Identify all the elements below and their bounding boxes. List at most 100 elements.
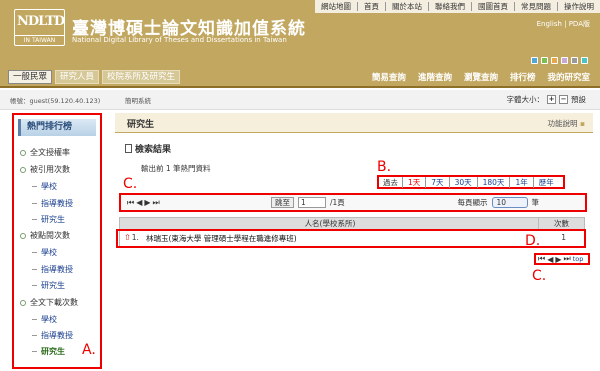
sidebar-item-views-student[interactable]: 研究生 bbox=[32, 280, 65, 291]
back-to-top-link[interactable]: top bbox=[573, 255, 584, 263]
theme-swatch-orange[interactable] bbox=[551, 57, 558, 64]
sidebar-item-label: 被點閱次數 bbox=[30, 231, 70, 240]
site-header: NDLTD IN TAIWAN 臺灣博碩士論文知識加值系統 National D… bbox=[0, 0, 600, 66]
last-page-icon[interactable]: ⏭ bbox=[564, 254, 571, 264]
sidebar-item-label: 學校 bbox=[41, 248, 57, 257]
ranking-sidebar: 熱門排行榜 全文授權率 被引用次數 學校 指導教授 研究生 被點閱次數 學校 指… bbox=[12, 113, 102, 369]
dash-icon bbox=[32, 186, 37, 187]
info-bar: 帳號：guest(59.120.40.123) 簡明系統 字體大小： + − 預… bbox=[0, 90, 600, 110]
sidebar-item-fulltext-rate[interactable]: 全文授權率 bbox=[20, 147, 70, 158]
sidebar-title: 熱門排行榜 bbox=[18, 119, 96, 136]
goto-button[interactable]: 跳至 bbox=[271, 197, 294, 208]
menu-my-research[interactable]: 我的研究室 bbox=[541, 71, 596, 83]
top-link-faq[interactable]: 常見問題 bbox=[514, 2, 557, 11]
dash-icon bbox=[32, 269, 37, 270]
sidebar-item-views-school[interactable]: 學校 bbox=[32, 247, 57, 258]
bullet-icon bbox=[20, 232, 26, 239]
pagination-bar: ⏮ ◀ ▶ ⏭ 跳至 1 /1頁 每頁顯示 10 筆 bbox=[119, 193, 587, 212]
prev-page-icon[interactable]: ◀ bbox=[136, 198, 142, 208]
annotation-marker-c: C. bbox=[123, 176, 138, 192]
period-filter: 過去 1天 7天 30天 180天 1年 歷年 bbox=[377, 175, 565, 189]
section-title: 研究生 bbox=[127, 120, 155, 130]
next-page-icon[interactable]: ▶ bbox=[144, 198, 150, 208]
sidebar-item-downloads[interactable]: 全文下載次數 bbox=[20, 297, 78, 308]
theme-swatch-teal[interactable] bbox=[581, 57, 588, 64]
sidebar-item-label: 指導教授 bbox=[41, 199, 73, 208]
top-link-home[interactable]: 首頁 bbox=[357, 2, 385, 11]
bullet-icon bbox=[20, 166, 26, 173]
logo-text: NDLTD bbox=[17, 14, 65, 29]
result-count: 輸出前 1 筆熱門資料 bbox=[141, 164, 211, 173]
dash-icon bbox=[32, 219, 37, 220]
annotation-marker-c-bottom: C. bbox=[532, 268, 547, 284]
period-1-day[interactable]: 1天 bbox=[402, 176, 425, 188]
sidebar-item-label: 學校 bbox=[41, 182, 57, 191]
pager-arrows: ⏮ ◀ ▶ ⏭ bbox=[127, 198, 160, 208]
tab-general-public[interactable]: 一般民眾 bbox=[8, 70, 53, 84]
account-info: 帳號：guest(59.120.40.123) bbox=[10, 97, 101, 105]
font-size-label: 字體大小： bbox=[506, 95, 545, 104]
dash-icon bbox=[32, 285, 37, 286]
sidebar-item-label: 全文下載次數 bbox=[30, 298, 78, 307]
main-content: 研究生 功能說明 檢索結果 輸出前 1 筆熱門資料 B. 過去 1天 7天 30… bbox=[115, 113, 593, 369]
per-page-select[interactable]: 10 bbox=[491, 197, 528, 208]
bottom-pager: ⏮ ◀ ▶ ⏭ top bbox=[534, 253, 590, 265]
sidebar-item-downloads-school[interactable]: 學校 bbox=[32, 314, 57, 325]
last-page-icon[interactable]: ⏭ bbox=[153, 198, 160, 208]
menu-simple-search[interactable]: 簡易查詢 bbox=[366, 71, 412, 83]
period-7-days[interactable]: 7天 bbox=[425, 176, 448, 188]
ndltd-logo[interactable]: NDLTD IN TAIWAN bbox=[14, 9, 65, 46]
result-title-text: 檢索結果 bbox=[135, 145, 172, 155]
annotation-marker-a: A. bbox=[82, 342, 96, 358]
font-reset-button[interactable]: 預設 bbox=[571, 94, 586, 105]
period-label: 過去 bbox=[383, 177, 398, 187]
menu-rankings[interactable]: 排行榜 bbox=[504, 71, 542, 83]
bullet-icon bbox=[20, 299, 26, 306]
sidebar-item-citations-school[interactable]: 學校 bbox=[32, 181, 57, 192]
top-link-sitemap[interactable]: 網站地圖 bbox=[315, 2, 357, 11]
help-link[interactable]: 功能說明 bbox=[548, 118, 585, 129]
breadcrumb[interactable]: 簡明系統 bbox=[125, 95, 151, 105]
document-icon bbox=[125, 144, 132, 153]
theme-swatch-green[interactable] bbox=[541, 57, 548, 64]
sidebar-item-citations[interactable]: 被引用次數 bbox=[20, 164, 70, 175]
language-links[interactable]: English | PDA版 bbox=[537, 19, 590, 29]
next-page-icon[interactable]: ▶ bbox=[555, 255, 561, 264]
tab-researchers[interactable]: 研究人員 bbox=[55, 70, 100, 84]
top-link-about[interactable]: 關於本站 bbox=[385, 2, 428, 11]
top-link-ncl-home[interactable]: 國圖首頁 bbox=[471, 2, 514, 11]
tab-schools-students[interactable]: 校院系所及研究生 bbox=[102, 70, 181, 84]
first-page-icon[interactable]: ⏮ bbox=[127, 198, 134, 208]
period-all-years[interactable]: 歷年 bbox=[532, 176, 559, 188]
theme-swatch-gray[interactable] bbox=[571, 57, 578, 64]
row-highlight bbox=[116, 229, 586, 248]
menu-browse[interactable]: 瀏覽查詢 bbox=[458, 71, 504, 83]
dash-icon bbox=[32, 335, 37, 336]
sidebar-item-views[interactable]: 被點閱次數 bbox=[20, 230, 70, 241]
period-180-days[interactable]: 180天 bbox=[476, 176, 510, 188]
result-title: 檢索結果 bbox=[125, 142, 171, 155]
sidebar-item-label: 指導教授 bbox=[41, 265, 73, 274]
logo-subtext: IN TAIWAN bbox=[15, 35, 64, 45]
period-30-days[interactable]: 30天 bbox=[448, 176, 477, 188]
sidebar-item-downloads-advisor[interactable]: 指導教授 bbox=[32, 330, 73, 341]
menu-advanced-search[interactable]: 進階查詢 bbox=[412, 71, 458, 83]
top-link-help[interactable]: 操作說明 bbox=[557, 2, 600, 11]
page-total: /1頁 bbox=[330, 198, 345, 207]
sidebar-item-citations-student[interactable]: 研究生 bbox=[32, 214, 65, 225]
sidebar-item-citations-advisor[interactable]: 指導教授 bbox=[32, 198, 73, 209]
main-navbar: 一般民眾 研究人員 校院系所及研究生 簡易查詢 進階查詢 瀏覽查詢 排行榜 我的… bbox=[0, 66, 600, 88]
section-header: 研究生 功能說明 bbox=[115, 113, 593, 133]
font-increase-button[interactable]: + bbox=[547, 95, 556, 104]
period-1-year[interactable]: 1年 bbox=[509, 176, 532, 188]
sidebar-item-label: 被引用次數 bbox=[30, 165, 70, 174]
theme-swatch-purple[interactable] bbox=[561, 57, 568, 64]
page-number-input[interactable]: 1 bbox=[298, 197, 326, 208]
top-link-contact[interactable]: 聯絡我們 bbox=[428, 2, 471, 11]
first-page-icon[interactable]: ⏮ bbox=[538, 254, 545, 264]
sidebar-item-downloads-student[interactable]: 研究生 bbox=[32, 346, 65, 357]
prev-page-icon[interactable]: ◀ bbox=[547, 255, 553, 264]
sidebar-item-views-advisor[interactable]: 指導教授 bbox=[32, 264, 73, 275]
theme-swatch-blue[interactable] bbox=[531, 57, 538, 64]
font-decrease-button[interactable]: − bbox=[559, 95, 568, 104]
